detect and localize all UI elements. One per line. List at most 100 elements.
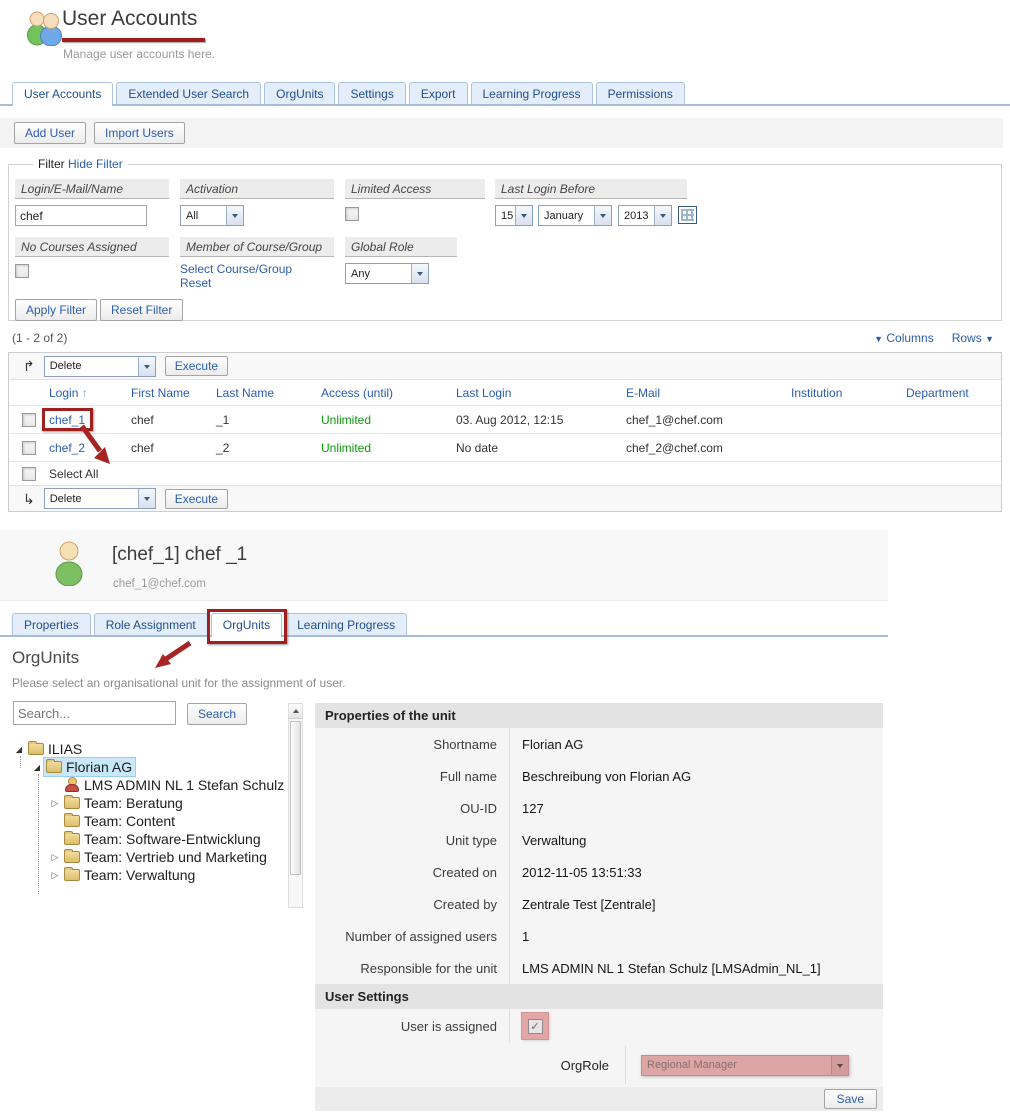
row-checkbox[interactable] <box>22 413 36 427</box>
tree-item-team-software[interactable]: Team: Software-Entwicklung <box>12 830 288 848</box>
activation-select-value: All <box>186 210 198 222</box>
cell-last-name: _2 <box>216 441 321 455</box>
select-arrow-icon <box>654 206 671 225</box>
users-table: ↱ Delete Execute Login ↑ First Name Last… <box>8 352 1002 512</box>
tab-permissions[interactable]: Permissions <box>596 82 685 104</box>
rows-label: Rows <box>952 331 982 345</box>
tree-scrollbar[interactable] <box>288 703 303 908</box>
tab-settings[interactable]: Settings <box>338 82 405 104</box>
tree-item-lms-admin[interactable]: LMS ADMIN NL 1 Stefan Schulz <box>12 776 288 794</box>
bulk-action-value: Delete <box>50 493 82 505</box>
calendar-icon[interactable] <box>678 206 697 224</box>
scroll-up-icon[interactable] <box>289 704 302 719</box>
save-button[interactable]: Save <box>824 1089 877 1109</box>
select-all-checkbox[interactable] <box>22 467 36 481</box>
reset-course-group-link[interactable]: Reset <box>180 276 211 290</box>
tree-expander-open-icon[interactable]: ◢ <box>12 745 26 754</box>
chevron-down-icon: ▼ <box>874 334 883 344</box>
tree-expander-closed-icon[interactable]: ▷ <box>48 852 62 863</box>
tree-item-team-vertrieb[interactable]: ▷ Team: Vertrieb und Marketing <box>12 848 288 866</box>
property-label: Unit type <box>315 824 510 856</box>
tab-learning-progress-detail[interactable]: Learning Progress <box>285 613 407 635</box>
col-header-department[interactable]: Department <box>906 386 1001 400</box>
table-header-row: Login ↑ First Name Last Name Access (unt… <box>9 379 1001 405</box>
activation-select[interactable]: All <box>180 205 244 226</box>
tree-item-label[interactable]: Team: Vertrieb und Marketing <box>84 849 267 865</box>
tree-item-florian-ag[interactable]: ◢ Florian AG <box>12 758 288 776</box>
add-user-button[interactable]: Add User <box>14 122 86 144</box>
property-label: OU-ID <box>315 792 510 824</box>
folder-icon <box>64 833 80 845</box>
chevron-down-icon: ▼ <box>985 334 994 344</box>
tree-item-label[interactable]: Team: Verwaltung <box>84 867 195 883</box>
tree-expander-closed-icon[interactable]: ▷ <box>48 870 62 881</box>
reset-filter-button[interactable]: Reset Filter <box>100 299 183 321</box>
bulk-action-select-top[interactable]: Delete <box>44 356 156 377</box>
orgunit-search-input[interactable] <box>13 701 176 725</box>
page: User Accounts Manage user accounts here.… <box>0 0 1010 1117</box>
columns-selector[interactable]: ▼ Columns <box>874 331 934 345</box>
execute-button-bottom[interactable]: Execute <box>165 489 228 509</box>
year-select[interactable]: 2013 <box>618 205 672 226</box>
filter-header-no-courses: No Courses Assigned <box>15 237 169 257</box>
col-header-email[interactable]: E-Mail <box>626 386 791 400</box>
global-role-select[interactable]: Any <box>345 263 429 284</box>
user-detail-title: [chef_1] chef _1 <box>112 544 247 566</box>
tree-item-label[interactable]: ILIAS <box>48 741 82 757</box>
apply-filter-button[interactable]: Apply Filter <box>15 299 97 321</box>
filter-header-login: Login/E-Mail/Name <box>15 179 169 199</box>
tab-export[interactable]: Export <box>409 82 468 104</box>
tab-properties[interactable]: Properties <box>12 613 91 635</box>
col-header-last-name[interactable]: Last Name <box>216 386 321 400</box>
scrollbar-thumb[interactable] <box>290 721 301 875</box>
tree-expander-closed-icon[interactable]: ▷ <box>48 798 62 809</box>
unit-properties-body: Shortname Florian AG Full name Beschreib… <box>315 728 883 984</box>
orgrole-select[interactable]: Regional Manager <box>641 1055 849 1076</box>
property-row: Unit type Verwaltung <box>315 824 883 856</box>
col-header-first-name[interactable]: First Name <box>131 386 216 400</box>
tree-item-label[interactable]: Team: Beratung <box>84 795 183 811</box>
folder-icon <box>28 743 44 755</box>
day-select[interactable]: 15 <box>495 205 533 226</box>
tab-role-assignment[interactable]: Role Assignment <box>94 613 208 635</box>
property-row: Number of assigned users 1 <box>315 920 883 952</box>
tab-user-accounts[interactable]: User Accounts <box>12 82 113 106</box>
user-assigned-checkbox[interactable]: ✓ <box>528 1019 543 1034</box>
tree-expander-open-icon[interactable]: ◢ <box>30 763 44 772</box>
execute-button-top[interactable]: Execute <box>165 356 228 376</box>
filter-panel: Filter Hide Filter Login/E-Mail/Name Act… <box>8 164 1002 321</box>
tree-item-ilias[interactable]: ◢ ILIAS <box>12 740 288 758</box>
folder-icon <box>64 797 80 809</box>
tree-item-team-beratung[interactable]: ▷ Team: Beratung <box>12 794 288 812</box>
col-header-access[interactable]: Access (until) <box>321 386 456 400</box>
tab-orgunits[interactable]: OrgUnits <box>264 82 335 104</box>
row-checkbox[interactable] <box>22 441 36 455</box>
tree-item-team-content[interactable]: Team: Content <box>12 812 288 830</box>
limited-access-checkbox[interactable] <box>345 207 359 221</box>
property-label: Created on <box>315 856 510 888</box>
login-filter-input[interactable] <box>15 205 147 226</box>
hide-filter-link[interactable]: Hide Filter <box>68 157 123 171</box>
orgunit-search-button[interactable]: Search <box>187 703 247 725</box>
unit-properties-header: Properties of the unit <box>315 703 883 728</box>
no-courses-checkbox[interactable] <box>15 264 29 278</box>
col-header-institution[interactable]: Institution <box>791 386 906 400</box>
tree-item-label[interactable]: LMS ADMIN NL 1 Stefan Schulz <box>84 777 284 793</box>
property-row: Full name Beschreibung von Florian AG <box>315 760 883 792</box>
cell-last-login: No date <box>456 441 626 455</box>
rows-selector[interactable]: Rows ▼ <box>952 331 994 345</box>
tree-item-team-verwaltung[interactable]: ▷ Team: Verwaltung <box>12 866 288 884</box>
tab-learning-progress[interactable]: Learning Progress <box>471 82 593 104</box>
cell-access: Unlimited <box>321 441 456 455</box>
tree-item-label[interactable]: Florian AG <box>66 759 132 775</box>
col-header-last-login[interactable]: Last Login <box>456 386 626 400</box>
tab-orgunits-detail[interactable]: OrgUnits <box>211 613 282 637</box>
select-course-group-link[interactable]: Select Course/Group <box>180 262 292 276</box>
bulk-action-select-bottom[interactable]: Delete <box>44 488 156 509</box>
tab-extended-user-search[interactable]: Extended User Search <box>116 82 261 104</box>
col-header-login[interactable]: Login ↑ <box>49 386 131 400</box>
tree-item-label[interactable]: Team: Software-Entwicklung <box>84 831 261 847</box>
month-select[interactable]: January <box>538 205 612 226</box>
import-users-button[interactable]: Import Users <box>94 122 185 144</box>
tree-item-label[interactable]: Team: Content <box>84 813 175 829</box>
